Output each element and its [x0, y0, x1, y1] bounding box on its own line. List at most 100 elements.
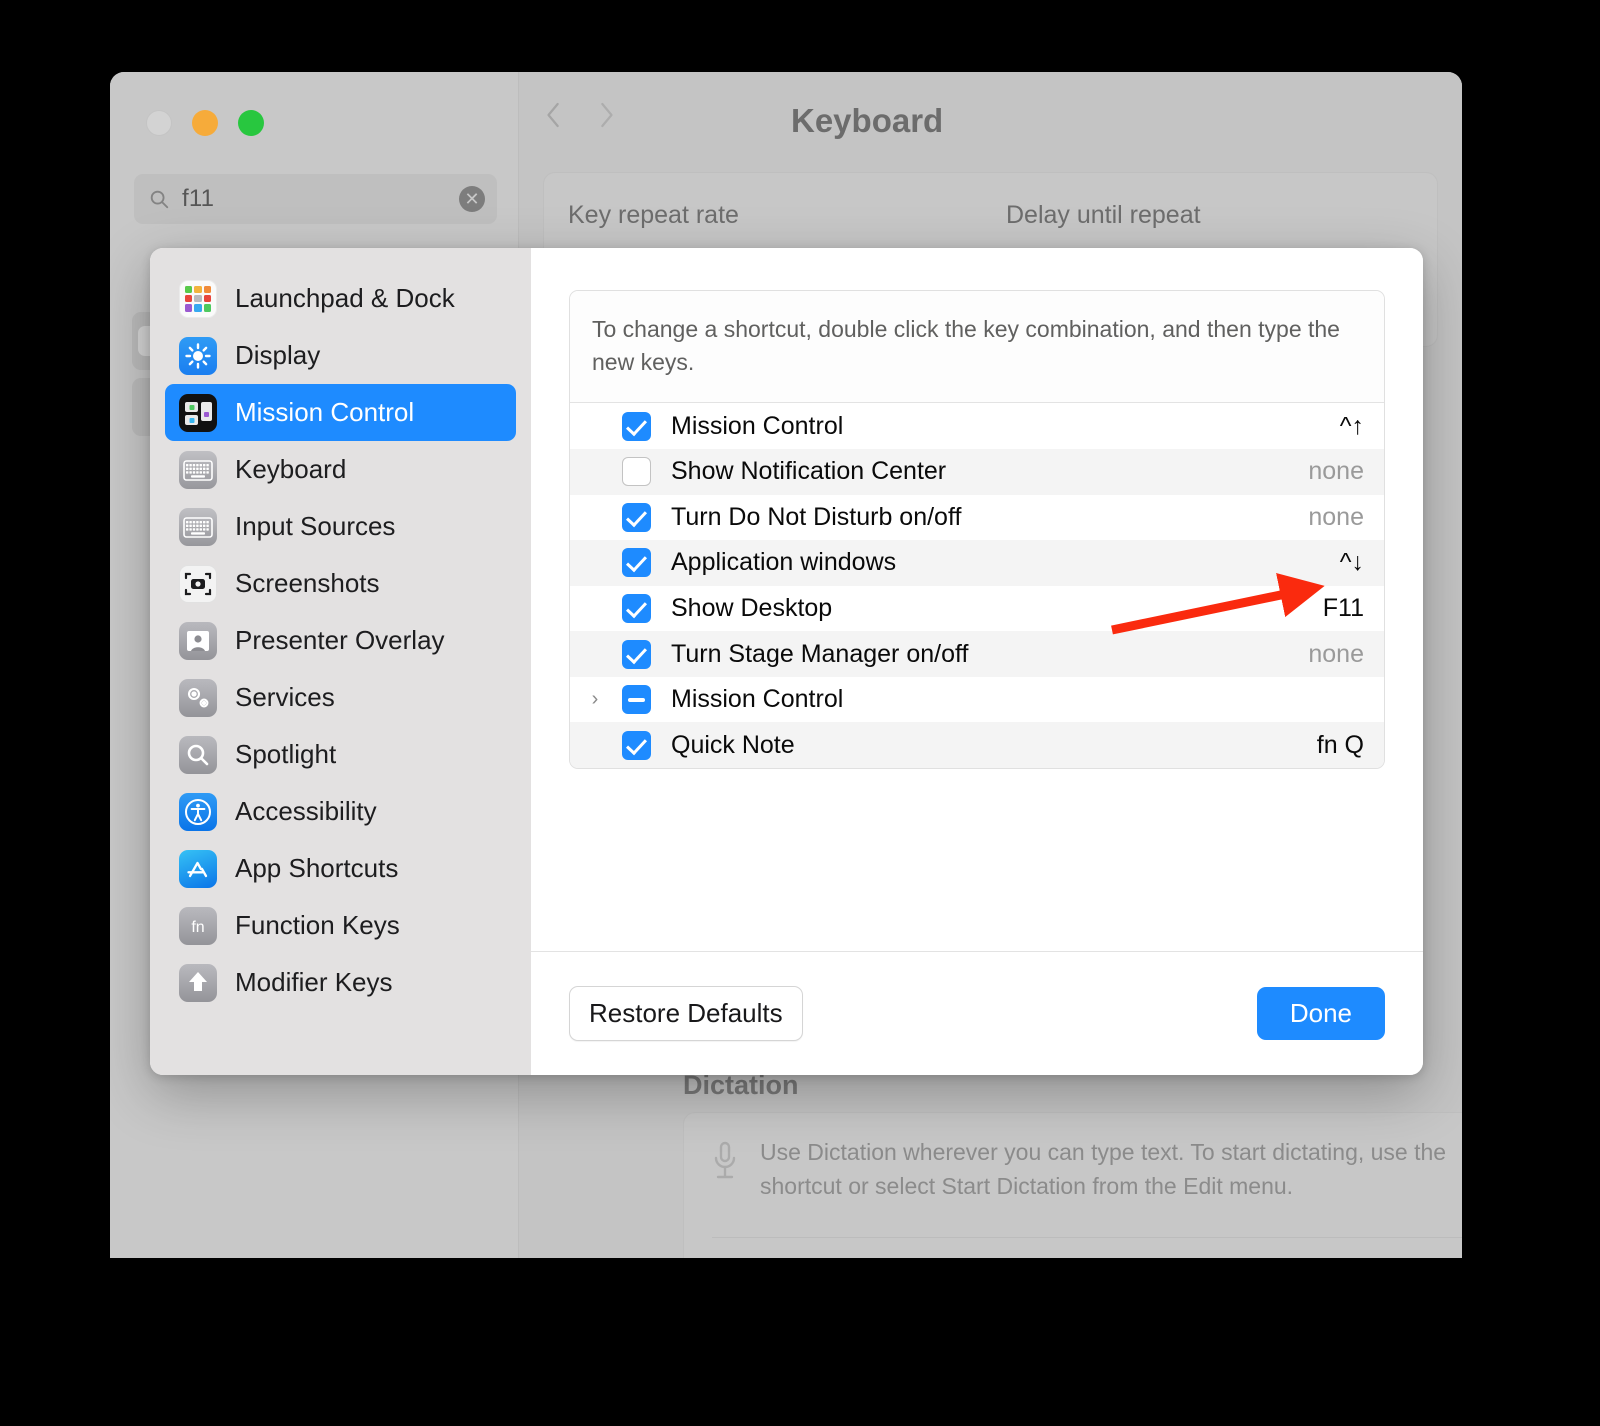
display-icon: [179, 336, 217, 375]
sidebar-item-label: Services: [235, 682, 335, 712]
shortcut-name: Application windows: [671, 548, 897, 577]
clear-search-icon[interactable]: ✕: [459, 186, 485, 212]
shortcuts-category-sidebar: Launchpad & Dock Display Mission Control Ke…: [150, 248, 531, 1075]
sidebar-item-label: Launchpad & Dock: [235, 283, 455, 313]
mission-control-icon: [179, 393, 217, 432]
shortcut-checkbox[interactable]: [622, 685, 651, 715]
sidebar-item-function-keys[interactable]: fn Function Keys: [165, 897, 516, 954]
shortcuts-hint-text: To change a shortcut, double click the k…: [570, 291, 1384, 404]
dictation-card: Use Dictation wherever you can type text…: [683, 1112, 1462, 1258]
search-field[interactable]: f11 ✕: [134, 174, 497, 224]
chevron-right-icon[interactable]: ›: [582, 688, 608, 711]
page-title: Keyboard: [791, 102, 944, 139]
dialog-footer: Restore Defaults Done: [531, 951, 1423, 1075]
launchpad-icon: [179, 279, 217, 318]
shortcut-key[interactable]: ^↓: [1340, 548, 1364, 577]
microphone-icon: [714, 1141, 736, 1179]
svg-text:fn: fn: [191, 919, 204, 936]
shortcut-row[interactable]: › Mission Control: [570, 677, 1384, 723]
shortcut-key[interactable]: ^↑: [1340, 412, 1364, 441]
sidebar-item-label: Modifier Keys: [235, 967, 393, 997]
sidebar-item-accessibility[interactable]: Accessibility: [165, 783, 516, 840]
shortcut-row[interactable]: Turn Do Not Disturb on/off none: [570, 495, 1384, 541]
sidebar-item-label: Display: [235, 340, 321, 370]
key-repeat-rate-label: Key repeat rate: [568, 201, 739, 229]
dictation-description: Use Dictation wherever you can type text…: [760, 1139, 1447, 1200]
dictation-row: Use Dictation wherever you can type text…: [712, 1135, 1462, 1203]
shortcut-key[interactable]: fn Q: [1317, 731, 1364, 760]
keyboard-icon: [179, 450, 217, 489]
function-keys-icon: fn: [179, 906, 217, 945]
delay-until-repeat-label: Delay until repeat: [1006, 201, 1201, 229]
shortcut-row[interactable]: Show Notification Center none: [570, 448, 1384, 495]
restore-defaults-button[interactable]: Restore Defaults: [569, 986, 803, 1041]
back-icon[interactable]: [543, 98, 565, 132]
shortcut-name: Quick Note: [671, 730, 795, 759]
divider: [712, 1237, 1462, 1238]
sidebar-item-display[interactable]: Display: [165, 327, 516, 384]
sidebar-item-presenter-overlay[interactable]: Presenter Overlay: [165, 612, 516, 669]
shortcut-checkbox[interactable]: [622, 502, 651, 532]
shortcut-row[interactable]: Show Desktop F11: [570, 586, 1384, 632]
input-sources-icon: [179, 507, 217, 546]
minimize-button[interactable]: [192, 110, 218, 136]
sidebar-item-launchpad-dock[interactable]: Launchpad & Dock: [165, 270, 516, 327]
shortcut-name: Turn Stage Manager on/off: [671, 639, 969, 668]
sidebar-item-spotlight[interactable]: Spotlight: [165, 726, 516, 783]
sidebar-item-label: Presenter Overlay: [235, 625, 445, 655]
shortcut-key[interactable]: none: [1308, 457, 1364, 486]
close-button[interactable]: [146, 110, 172, 136]
sidebar-item-mission-control[interactable]: Mission Control: [165, 384, 516, 441]
shortcut-checkbox[interactable]: [622, 411, 651, 441]
sidebar-item-app-shortcuts[interactable]: App Shortcuts: [165, 840, 516, 897]
traffic-lights[interactable]: [146, 110, 264, 136]
sidebar-item-label: Accessibility: [235, 796, 377, 826]
shortcut-checkbox[interactable]: [622, 457, 651, 487]
shortcut-key[interactable]: F11: [1323, 594, 1364, 623]
shortcut-row[interactable]: Turn Stage Manager on/off none: [570, 631, 1384, 677]
shortcut-name: Turn Do Not Disturb on/off: [671, 502, 962, 531]
shortcut-checkbox[interactable]: [622, 730, 651, 760]
shortcuts-rows: Mission Control ^↑ Show Notification Cente…: [570, 403, 1384, 769]
shortcut-key[interactable]: none: [1308, 640, 1364, 669]
sidebar-item-keyboard[interactable]: Keyboard: [165, 441, 516, 498]
sidebar-item-label: Input Sources: [235, 511, 396, 541]
keyboard-shortcuts-dialog: Launchpad & Dock Display Mission Control Ke…: [150, 248, 1423, 1075]
shortcuts-list-box: To change a shortcut, double click the k…: [569, 290, 1385, 770]
shortcuts-body: To change a shortcut, double click the k…: [531, 248, 1423, 951]
shortcut-checkbox[interactable]: [622, 639, 651, 669]
shortcuts-main-pane: To change a shortcut, double click the k…: [531, 248, 1423, 1075]
done-button[interactable]: Done: [1256, 987, 1385, 1040]
search-icon: [150, 190, 169, 209]
app-shortcuts-icon: [179, 849, 217, 888]
search-input-value[interactable]: f11: [182, 185, 459, 213]
sidebar-item-input-sources[interactable]: Input Sources: [165, 498, 516, 555]
spotlight-icon: [179, 735, 217, 774]
sidebar-item-label: Screenshots: [235, 568, 380, 598]
shortcut-row[interactable]: Mission Control ^↑: [570, 403, 1384, 449]
sidebar-item-modifier-keys[interactable]: Modifier Keys: [165, 954, 516, 1011]
presenter-overlay-icon: [179, 621, 217, 660]
shortcut-row[interactable]: Application windows ^↓: [570, 540, 1384, 586]
accessibility-icon: [179, 792, 217, 831]
forward-icon[interactable]: [595, 98, 617, 132]
shortcut-name: Mission Control: [671, 411, 844, 440]
sidebar-item-label: App Shortcuts: [235, 853, 399, 883]
shortcut-key[interactable]: none: [1308, 503, 1364, 532]
screenshot-stage: f11 ✕ Keyboard Key repeat rate Delay unt…: [0, 0, 1600, 1426]
shortcut-name: Show Notification Center: [671, 457, 947, 486]
sidebar-item-label: Spotlight: [235, 739, 337, 769]
shortcut-name: Mission Control: [671, 685, 844, 714]
services-icon: [179, 678, 217, 717]
sidebar-item-label: Function Keys: [235, 910, 400, 940]
zoom-button[interactable]: [238, 110, 264, 136]
sidebar-item-screenshots[interactable]: Screenshots: [165, 555, 516, 612]
shortcut-name: Show Desktop: [671, 593, 833, 622]
sidebar-item-services[interactable]: Services: [165, 669, 516, 726]
sidebar-item-label: Keyboard: [235, 454, 347, 484]
shortcut-row[interactable]: Quick Note fn Q: [570, 722, 1384, 769]
navigation-controls[interactable]: [543, 98, 617, 132]
modifier-keys-icon: [179, 963, 217, 1002]
shortcut-checkbox[interactable]: [622, 548, 651, 578]
shortcut-checkbox[interactable]: [622, 593, 651, 623]
